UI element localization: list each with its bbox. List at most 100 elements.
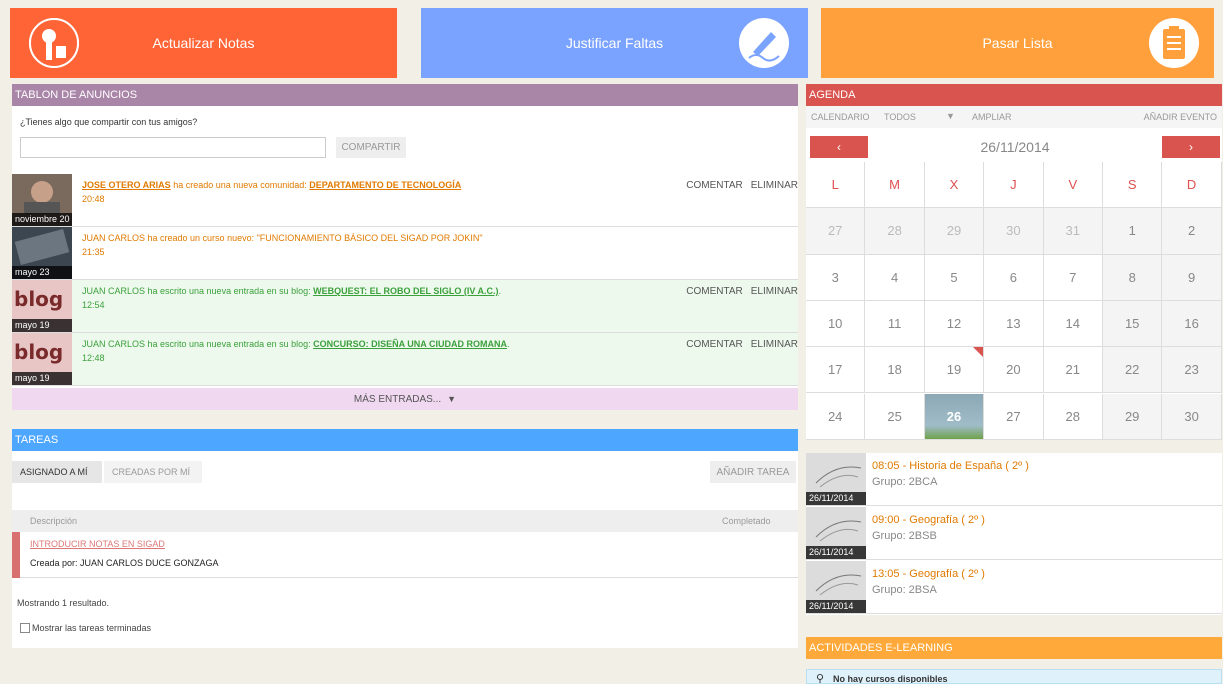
- calendar-day[interactable]: 6: [984, 254, 1044, 301]
- calendar-day[interactable]: 18: [865, 347, 925, 394]
- calendar-day[interactable]: 27: [984, 393, 1044, 440]
- clipboard-checklist-icon: [1149, 18, 1199, 68]
- calendar-day[interactable]: 23: [1162, 347, 1222, 394]
- calendar-day[interactable]: 11: [865, 300, 925, 348]
- tab-assigned-to-me[interactable]: ASIGNADO A MÍ: [12, 461, 102, 483]
- calendar-day[interactable]: 12: [924, 300, 985, 348]
- calendar-day[interactable]: 28: [1043, 393, 1103, 440]
- calendar-day[interactable]: 16: [1162, 300, 1222, 348]
- author-link[interactable]: JOSE OTERO ARIAS: [82, 180, 171, 190]
- calendar-day[interactable]: 4: [865, 254, 925, 301]
- share-button[interactable]: COMPARTIR: [336, 137, 406, 158]
- add-task-button[interactable]: AÑADIR TAREA: [710, 461, 796, 483]
- tab-created-by-me[interactable]: CREADAS POR MÍ: [104, 461, 202, 483]
- calendar-day[interactable]: 3: [806, 254, 866, 301]
- table-row: INTRODUCIR NOTAS EN SIGAD Creada por: JU…: [12, 532, 798, 578]
- calendar-grid: L M X J V S D 27 28 29 30 31 1 2 3 4 5 6 7 8 9 10 11 12 13 14 15 16…: [806, 162, 1222, 440]
- agenda-panel: CALENDARIO TODOS ▼ AMPLIAR AÑADIR EVENTO…: [806, 106, 1222, 440]
- calendar-day[interactable]: 13: [984, 300, 1044, 348]
- prev-month-button[interactable]: ‹: [810, 136, 868, 158]
- calendar-day[interactable]: 27: [806, 208, 866, 255]
- calendar-day[interactable]: 24: [806, 393, 866, 440]
- calendar-day[interactable]: 19: [924, 347, 985, 394]
- feed-item: mayo 23 JUAN CARLOS ha creado un curso n…: [12, 227, 798, 280]
- task-link[interactable]: INTRODUCIR NOTAS EN SIGAD: [30, 539, 165, 549]
- add-event-button[interactable]: AÑADIR EVENTO: [1144, 112, 1217, 122]
- blog-thumbnail: blog mayo 19: [12, 333, 72, 385]
- calendar-day[interactable]: 28: [865, 208, 925, 255]
- comment-button[interactable]: COMENTAR: [686, 286, 742, 297]
- chevron-down-icon: ▼: [447, 394, 457, 404]
- calendar-day[interactable]: 1: [1103, 208, 1163, 255]
- take-attendance-tile[interactable]: Pasar Lista: [821, 8, 1214, 78]
- event-group: Grupo: 2BCA: [872, 476, 938, 488]
- blog-entry-link[interactable]: CONCURSO: DISEÑA UNA CIUDAD ROMANA: [313, 339, 507, 349]
- blog-thumbnail: blog mayo 19: [12, 280, 72, 332]
- filter-chevron-icon[interactable]: ▼: [946, 111, 955, 121]
- chevron-right-icon: ›: [1189, 140, 1193, 154]
- filter-select[interactable]: TODOS: [884, 112, 916, 122]
- event-item[interactable]: 26/11/2014 13:05 - Geografía ( 2º ) Grup…: [806, 561, 1222, 614]
- calendar-day[interactable]: 22: [1103, 347, 1163, 394]
- calendar-day[interactable]: 29: [1103, 393, 1163, 440]
- event-item[interactable]: 26/11/2014 08:05 - Historia de España ( …: [806, 453, 1222, 506]
- calendar-day[interactable]: 9: [1162, 254, 1222, 301]
- board-header: TABLON DE ANUNCIOS: [12, 84, 798, 106]
- calendar-day[interactable]: 31: [1043, 208, 1103, 255]
- update-grades-tile[interactable]: Actualizar Notas: [10, 8, 397, 78]
- calendar-day[interactable]: 2: [1162, 208, 1222, 255]
- calendar-day[interactable]: 15: [1103, 300, 1163, 348]
- calendar-day[interactable]: 7: [1043, 254, 1103, 301]
- more-entries-label: MÁS ENTRADAS...: [353, 393, 442, 405]
- calendar-day[interactable]: 30: [1162, 393, 1222, 440]
- share-input[interactable]: [20, 137, 326, 158]
- calendar-day[interactable]: 17: [806, 347, 866, 394]
- more-entries-button[interactable]: MÁS ENTRADAS... ▼: [12, 388, 798, 410]
- board-feed: noviembre 20 JOSE OTERO ARIAS ha creado …: [12, 174, 798, 388]
- calendar-day[interactable]: 8: [1103, 254, 1163, 301]
- calendar-day[interactable]: 20: [984, 347, 1044, 394]
- calendar-day[interactable]: 30: [984, 208, 1044, 255]
- comment-button[interactable]: COMENTAR: [686, 339, 742, 350]
- calendar-day[interactable]: 21: [1043, 347, 1103, 394]
- comment-button[interactable]: COMENTAR: [686, 180, 742, 191]
- current-date: 26/11/2014: [980, 139, 1050, 155]
- calendar-day[interactable]: 5: [924, 254, 985, 301]
- update-grades-label: Actualizar Notas: [152, 35, 255, 51]
- show-finished-checkbox[interactable]: [20, 623, 30, 633]
- weekday-header: S: [1103, 162, 1163, 209]
- feed-text: JUAN CARLOS ha creado un curso nuevo: "F…: [82, 233, 662, 257]
- next-month-button[interactable]: ›: [1162, 136, 1220, 158]
- weekday-header: X: [924, 162, 985, 209]
- feed-suffix: .: [506, 339, 510, 349]
- feed-actions: COMENTAR ELIMINAR: [678, 286, 798, 297]
- results-count: Mostrando 1 resultado.: [17, 598, 110, 608]
- event-date: 26/11/2014: [806, 600, 866, 613]
- delete-button[interactable]: ELIMINAR: [751, 286, 798, 297]
- justify-absences-label: Justificar Faltas: [565, 35, 664, 51]
- calendar-day-today[interactable]: 26: [924, 393, 985, 440]
- calendar-day[interactable]: 29: [924, 208, 985, 255]
- event-item[interactable]: 26/11/2014 09:00 - Geografía ( 2º ) Grup…: [806, 507, 1222, 560]
- calendar-day[interactable]: 25: [865, 393, 925, 440]
- event-title: 08:05 - Historia de España ( 2º ): [872, 460, 1029, 472]
- calendar-day[interactable]: 14: [1043, 300, 1103, 348]
- grades-icon: [29, 18, 79, 68]
- show-finished-toggle[interactable]: Mostrar las tareas terminadas: [20, 623, 151, 633]
- calendar-day[interactable]: 10: [806, 300, 866, 348]
- weekday-header: V: [1043, 162, 1103, 209]
- expand-button[interactable]: AMPLIAR: [972, 112, 1012, 122]
- event-thumbnail: 26/11/2014: [806, 507, 866, 559]
- justify-absences-tile[interactable]: Justificar Faltas: [421, 8, 808, 78]
- search-icon: ⚲: [816, 673, 825, 684]
- community-link[interactable]: DEPARTAMENTO DE TECNOLOGÍA: [309, 180, 461, 190]
- tasks-panel: ASIGNADO A MÍ CREADAS POR MÍ AÑADIR TARE…: [12, 451, 798, 648]
- delete-button[interactable]: ELIMINAR: [751, 180, 798, 191]
- delete-button[interactable]: ELIMINAR: [751, 339, 798, 350]
- col-description: Descripción: [30, 516, 78, 526]
- calendar-label: CALENDARIO: [811, 112, 870, 122]
- feed-text: JUAN CARLOS ha escrito una nueva entrada…: [82, 339, 662, 363]
- event-group: Grupo: 2BSA: [872, 584, 937, 596]
- feed-actions: COMENTAR ELIMINAR: [678, 180, 798, 191]
- blog-entry-link[interactable]: WEBQUEST: EL ROBO DEL SIGLO (IV A.C.): [313, 286, 498, 296]
